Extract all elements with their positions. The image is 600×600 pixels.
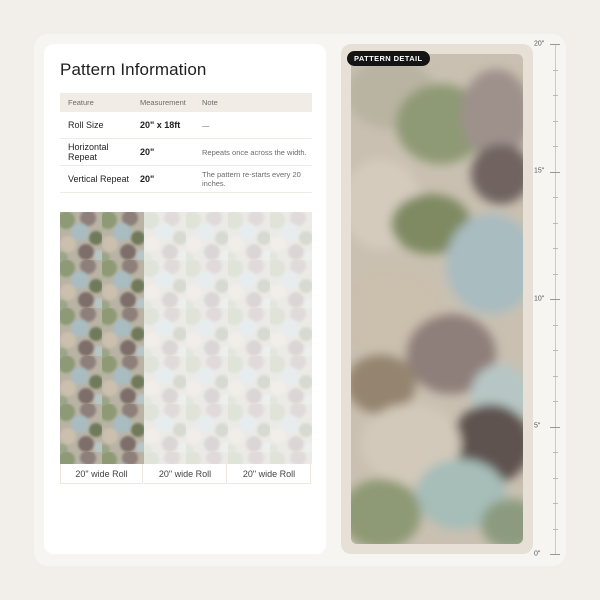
roll-preview: 20" wide Roll 20" wide Roll 20" wide Rol… <box>60 212 312 484</box>
ruler-tick <box>553 197 558 198</box>
pattern-info-card: Pattern Information Feature Measurement … <box>44 44 326 554</box>
note-cell: Repeats once across the width. <box>194 138 312 166</box>
note-cell: The pattern re-starts every 20 inches. <box>194 165 312 193</box>
table-row: Horizontal Repeat 20" Repeats once acros… <box>60 138 312 166</box>
ruler-tick <box>553 146 558 147</box>
ruler-tick <box>553 120 558 122</box>
ruler-label: 5" <box>534 422 541 430</box>
column-header-feature: Feature <box>68 98 94 107</box>
roll-label: 20" wide Roll <box>60 464 143 484</box>
ruler-tick <box>553 222 558 224</box>
measurement-cell: 20" <box>132 138 194 166</box>
ruler-tick <box>553 375 558 377</box>
ruler-tick <box>553 273 558 275</box>
column-header-note: Note <box>202 98 218 107</box>
page-title: Pattern Information <box>60 60 207 79</box>
ruler-tick <box>553 248 558 249</box>
roll-image <box>60 212 144 464</box>
ruler-label: 20" <box>534 40 545 48</box>
pattern-swatch <box>60 212 144 464</box>
ruler-tick <box>553 477 558 479</box>
roll-image <box>228 212 312 464</box>
table-row: Vertical Repeat 20" The pattern re-start… <box>60 165 312 193</box>
table-row: Roll Size 20" x 18ft — <box>60 112 312 139</box>
note-cell: — <box>194 112 312 139</box>
pattern-detail-image <box>351 54 523 544</box>
roll-label: 20" wide Roll <box>144 464 227 484</box>
feature-cell: Roll Size <box>60 112 132 139</box>
ruler-tick <box>553 350 558 351</box>
feature-cell: Horizontal Repeat <box>60 138 132 166</box>
feature-cell: Vertical Repeat <box>60 165 132 193</box>
ruler-tick <box>553 95 558 96</box>
ruler-tick <box>553 69 558 71</box>
pattern-info-table: Feature Measurement Note Roll Size 20" x… <box>60 93 312 193</box>
pattern-swatch <box>144 212 228 464</box>
ruler-label: 15" <box>534 167 545 175</box>
ruler-tick <box>553 452 558 453</box>
height-ruler: 20" 15" 10" 5" 0" <box>534 41 566 558</box>
ruler-label: 10" <box>534 295 545 303</box>
ruler-label: 0" <box>534 550 541 558</box>
pattern-detail-badge: PATTERN DETAIL <box>347 51 430 66</box>
pattern-swatch <box>228 212 312 464</box>
ruler-tick <box>553 503 558 504</box>
pattern-detail-panel <box>341 44 533 554</box>
pattern-detail-art <box>351 54 523 544</box>
ruler-tick <box>553 324 558 326</box>
table-header-row: Feature Measurement Note <box>60 93 312 112</box>
ruler-tick <box>553 401 558 402</box>
ruler-tick <box>553 528 558 530</box>
measurement-cell: 20" <box>132 165 194 193</box>
column-header-measurement: Measurement <box>140 98 186 107</box>
roll-image <box>144 212 228 464</box>
roll-label: 20" wide Roll <box>228 464 311 484</box>
measurement-cell: 20" x 18ft <box>132 112 194 139</box>
